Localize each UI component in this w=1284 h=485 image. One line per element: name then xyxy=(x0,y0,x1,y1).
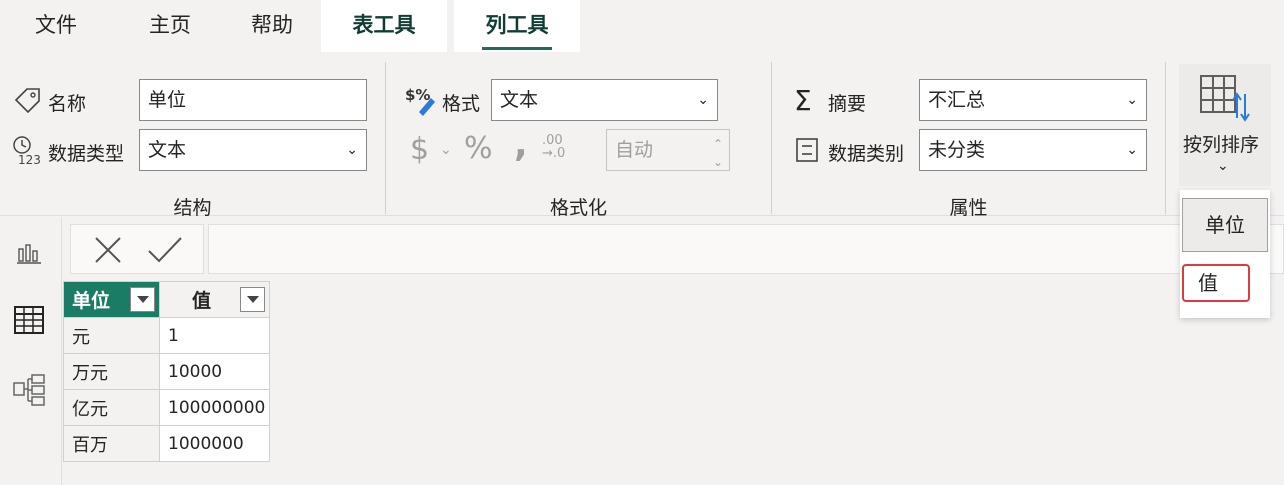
tab-table-tools[interactable]: 表工具 xyxy=(321,0,447,52)
table-row: 百万 1000000 xyxy=(63,425,270,462)
summary-value: 不汇总 xyxy=(928,89,986,111)
report-view-icon[interactable] xyxy=(15,239,43,269)
sort-by-column-icon xyxy=(1199,74,1251,126)
close-icon[interactable] xyxy=(93,235,123,269)
name-input[interactable]: 单位 xyxy=(139,79,367,121)
sigma-icon: Σ xyxy=(794,84,812,117)
table-cell[interactable]: 100000000 xyxy=(159,389,270,426)
tab-home[interactable]: 主页 xyxy=(124,0,216,52)
table-cell[interactable]: 元 xyxy=(63,317,160,354)
column-header-unit[interactable]: 单位 xyxy=(63,281,160,318)
chevron-down-icon: ⌄ xyxy=(1217,158,1229,174)
decimal-places-icon[interactable]: .00 →.0 xyxy=(542,134,565,160)
sort-option-value[interactable]: 值 xyxy=(1182,264,1250,302)
filter-dropdown-button[interactable] xyxy=(130,287,155,312)
comma-style-icon[interactable]: , xyxy=(514,124,528,165)
filter-dropdown-button[interactable] xyxy=(240,287,265,312)
table-cell[interactable]: 百万 xyxy=(63,425,160,462)
decimal-places-value: 自动 xyxy=(615,139,654,161)
formula-input[interactable] xyxy=(208,224,1284,274)
ribbon-tabbar: 文件 主页 帮助 表工具 列工具 xyxy=(0,0,1284,52)
table-view-icon[interactable] xyxy=(13,305,45,339)
check-icon[interactable] xyxy=(147,235,183,269)
format-icon: $% xyxy=(405,86,439,120)
chevron-down-icon: ⌄ xyxy=(1126,142,1138,158)
datatype-value: 文本 xyxy=(148,139,187,161)
group-divider xyxy=(1165,62,1166,214)
data-category-icon xyxy=(794,136,820,168)
formula-buttons xyxy=(70,224,204,274)
name-label: 名称 xyxy=(48,93,87,115)
data-table: 单位 值 元 1 万元 10000 亿元 100000000 百万 100000… xyxy=(63,281,270,462)
decimal-places-stepper[interactable]: 自动 ⌃ ⌄ xyxy=(606,129,730,171)
tab-column-tools[interactable]: 列工具 xyxy=(454,0,580,52)
group-label-formatting: 格式化 xyxy=(549,197,607,219)
decimal-label: .00 xyxy=(542,133,563,148)
table-cell[interactable]: 万元 xyxy=(63,353,160,390)
table-cell[interactable]: 1 xyxy=(159,317,270,354)
table-cell[interactable]: 10000 xyxy=(159,353,270,390)
column-header-value[interactable]: 值 xyxy=(159,281,270,318)
format-label: 格式 xyxy=(442,93,481,115)
svg-text:123: 123 xyxy=(18,153,41,165)
svg-text:$%: $% xyxy=(405,86,430,104)
table-cell[interactable]: 1000000 xyxy=(159,425,270,462)
chevron-down-icon[interactable]: ⌄ xyxy=(440,142,452,158)
datatype-select[interactable]: 文本 ⌄ xyxy=(139,129,367,171)
data-category-label: 数据类别 xyxy=(828,143,905,165)
sort-option-unit[interactable]: 单位 xyxy=(1182,198,1268,252)
format-select[interactable]: 文本 ⌄ xyxy=(491,79,718,121)
column-header-label: 单位 xyxy=(72,290,111,312)
chevron-down-icon[interactable]: ⌄ xyxy=(713,142,723,182)
tab-help[interactable]: 帮助 xyxy=(226,0,318,52)
model-view-icon[interactable] xyxy=(12,373,46,411)
summary-select[interactable]: 不汇总 ⌄ xyxy=(919,79,1147,121)
column-header-label: 值 xyxy=(191,290,211,312)
sort-by-column-button[interactable]: 按列排序 ⌄ xyxy=(1179,64,1271,186)
tag-icon xyxy=(12,86,42,120)
tab-file[interactable]: 文件 xyxy=(10,0,102,52)
table-header-row: 单位 值 xyxy=(63,281,270,318)
format-value: 文本 xyxy=(500,89,539,111)
group-label-properties: 属性 xyxy=(949,197,988,219)
table-row: 亿元 100000000 xyxy=(63,389,270,426)
data-category-value: 未分类 xyxy=(928,139,986,161)
percent-icon[interactable]: % xyxy=(464,131,493,166)
group-divider xyxy=(385,62,386,214)
left-view-nav xyxy=(0,217,62,485)
table-row: 元 1 xyxy=(63,317,270,354)
data-category-select[interactable]: 未分类 ⌄ xyxy=(919,129,1147,171)
group-label-structure: 结构 xyxy=(173,197,212,219)
currency-icon[interactable]: $ xyxy=(410,132,429,167)
summary-label: 摘要 xyxy=(828,93,867,115)
chevron-down-icon: ⌄ xyxy=(1126,92,1138,108)
group-divider xyxy=(771,62,772,214)
chevron-down-icon: ⌄ xyxy=(346,142,358,158)
sort-by-column-label: 按列排序 xyxy=(1183,134,1260,156)
datatype-icon: 123 xyxy=(10,135,46,169)
datatype-label: 数据类型 xyxy=(48,143,125,165)
chevron-down-icon: ⌄ xyxy=(697,92,709,108)
table-cell[interactable]: 亿元 xyxy=(63,389,160,426)
sort-by-column-menu: 单位 值 xyxy=(1180,190,1270,318)
table-row: 万元 10000 xyxy=(63,353,270,390)
